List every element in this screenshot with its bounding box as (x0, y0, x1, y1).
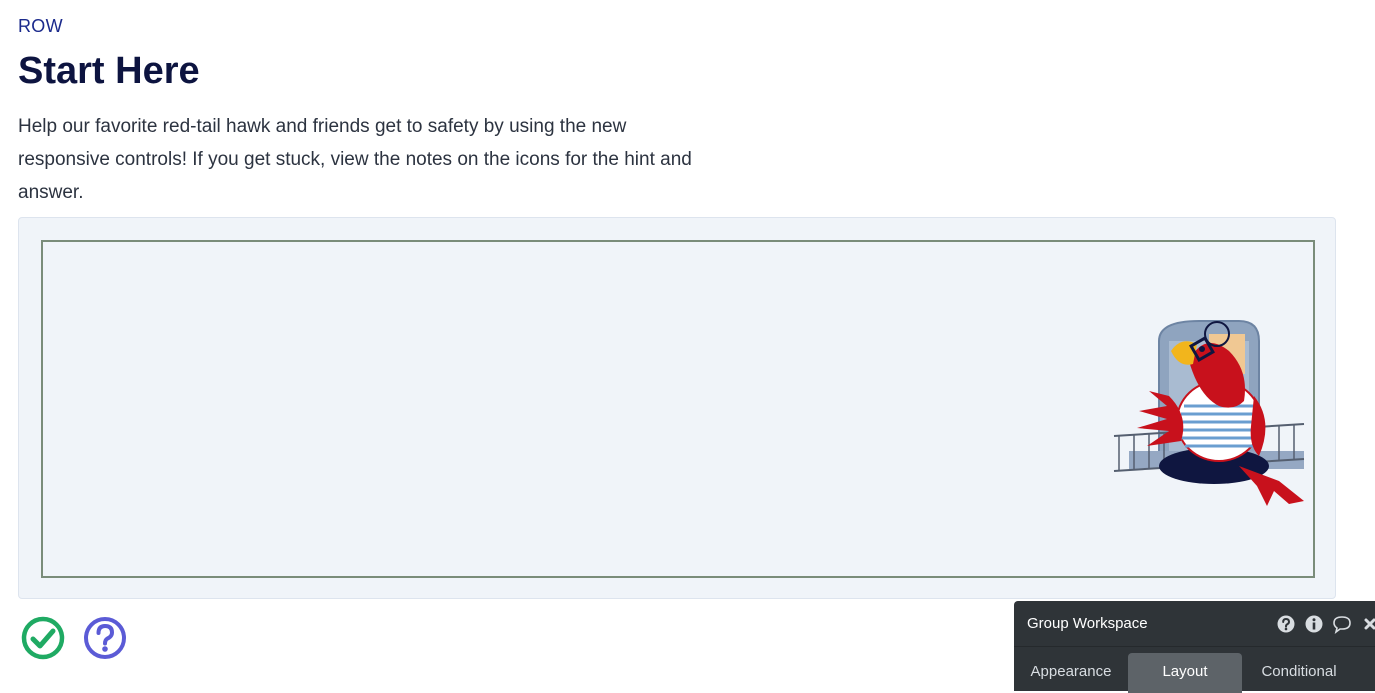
question-circle-icon[interactable] (1276, 614, 1296, 634)
panel-title: Group Workspace (1027, 615, 1148, 632)
close-icon[interactable] (1360, 614, 1375, 634)
question-circle-icon[interactable] (82, 615, 128, 661)
page-title: Start Here (18, 50, 200, 92)
eyebrow-label: ROW (18, 16, 63, 36)
game-stage (18, 217, 1336, 599)
hawk-illustration (1113, 320, 1305, 506)
tab-appearance[interactable]: Appearance (1014, 653, 1128, 693)
tab-layout[interactable]: Layout (1128, 653, 1242, 693)
game-area[interactable] (41, 240, 1315, 578)
comment-icon[interactable] (1332, 614, 1352, 634)
group-workspace-panel: Group Workspace Appearance Layout Condit… (1014, 601, 1375, 693)
check-circle-icon[interactable] (20, 615, 66, 661)
intro-text: Help our favorite red-tail hawk and frie… (18, 116, 692, 203)
tab-conditional[interactable]: Conditional (1242, 653, 1356, 693)
info-icon[interactable] (1304, 614, 1324, 634)
